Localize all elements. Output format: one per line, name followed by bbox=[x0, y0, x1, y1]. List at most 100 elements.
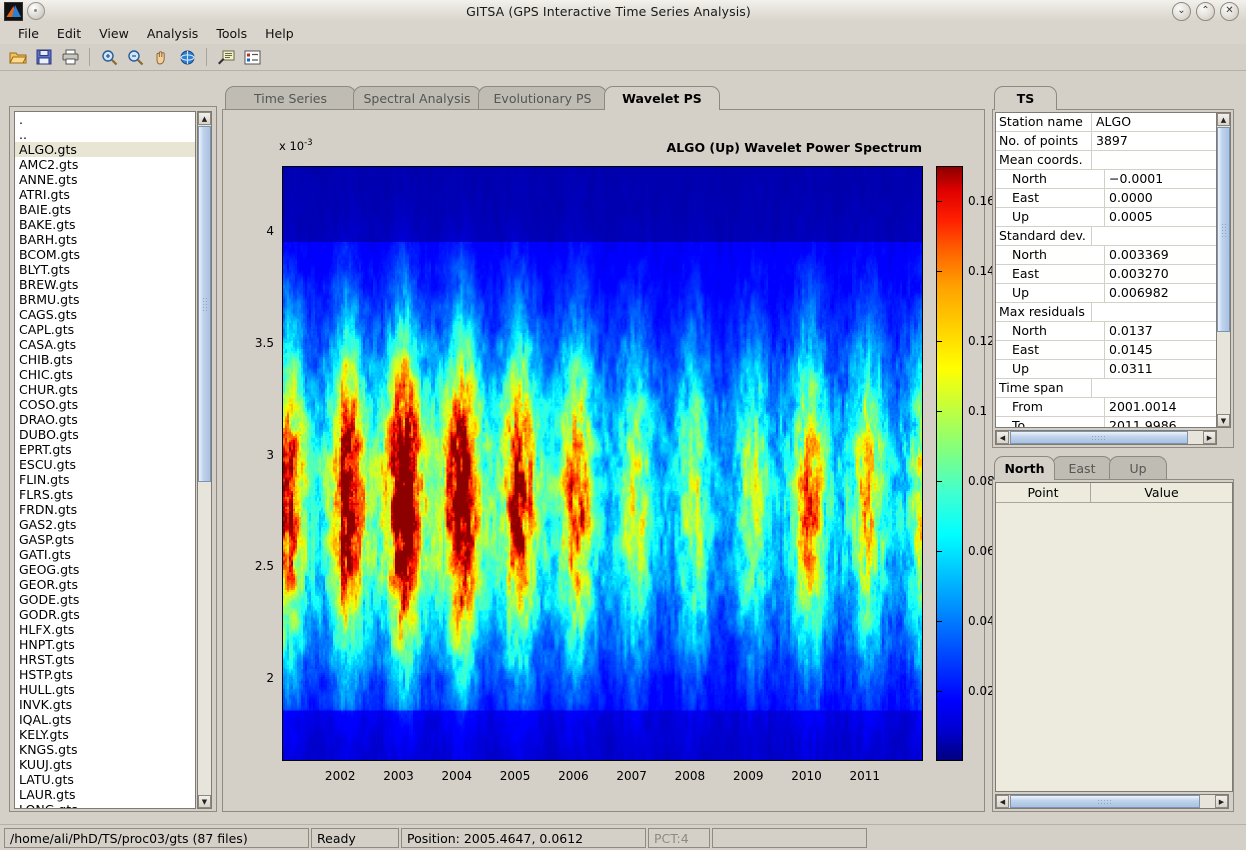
ts-info-row[interactable]: Up0.006982 bbox=[996, 284, 1216, 303]
print-icon[interactable] bbox=[58, 46, 82, 68]
scrollbar-thumb[interactable] bbox=[1010, 431, 1188, 444]
file-list-item[interactable]: GODE.gts bbox=[15, 592, 195, 607]
file-list-item[interactable]: LAUR.gts bbox=[15, 787, 195, 802]
scroll-down-icon[interactable]: ▼ bbox=[1217, 414, 1230, 427]
ts-info-table[interactable]: Station nameALGONo. of points3897Mean co… bbox=[995, 112, 1217, 428]
scroll-up-icon[interactable]: ▲ bbox=[1217, 113, 1230, 126]
file-list-item[interactable]: AMC2.gts bbox=[15, 157, 195, 172]
zoom-out-icon[interactable] bbox=[123, 46, 147, 68]
file-list-item[interactable]: COSO.gts bbox=[15, 397, 195, 412]
ts-info-row[interactable]: Station nameALGO bbox=[996, 113, 1216, 132]
scrollbar-thumb[interactable] bbox=[1217, 127, 1230, 332]
ts-info-row[interactable]: From2001.0014 bbox=[996, 398, 1216, 417]
ts-info-row[interactable]: Max residuals bbox=[996, 303, 1216, 322]
scroll-right-icon[interactable]: ▶ bbox=[1203, 431, 1216, 444]
pan-hand-icon[interactable] bbox=[149, 46, 173, 68]
ts-info-row[interactable]: North0.0137 bbox=[996, 322, 1216, 341]
file-list-item[interactable]: CHIC.gts bbox=[15, 367, 195, 382]
menu-analysis[interactable]: Analysis bbox=[138, 24, 208, 43]
rotate-3d-icon[interactable] bbox=[175, 46, 199, 68]
menu-file[interactable]: File bbox=[9, 24, 48, 43]
menu-view[interactable]: View bbox=[90, 24, 138, 43]
file-list-item[interactable]: GEOR.gts bbox=[15, 577, 195, 592]
file-list-item[interactable]: FRDN.gts bbox=[15, 502, 195, 517]
scrollbar-thumb[interactable] bbox=[1010, 795, 1200, 808]
zoom-in-icon[interactable] bbox=[97, 46, 121, 68]
ts-info-row[interactable]: Mean coords. bbox=[996, 151, 1216, 170]
file-list-item[interactable]: CHUR.gts bbox=[15, 382, 195, 397]
ts-info-row[interactable]: To2011.9986 bbox=[996, 417, 1216, 428]
wavelet-power-spectrum-image[interactable] bbox=[282, 166, 923, 761]
ts-info-vscrollbar[interactable]: ▲ ▼ bbox=[1216, 112, 1231, 428]
file-list-item[interactable]: GAS2.gts bbox=[15, 517, 195, 532]
file-list-item[interactable]: BRMU.gts bbox=[15, 292, 195, 307]
close-button[interactable]: ✕ bbox=[1220, 2, 1239, 21]
file-list-item[interactable]: EPRT.gts bbox=[15, 442, 195, 457]
file-list-item[interactable]: GASP.gts bbox=[15, 532, 195, 547]
tab-east[interactable]: East bbox=[1052, 456, 1112, 480]
colorbar[interactable] bbox=[936, 166, 963, 761]
ts-info-row[interactable]: East0.0000 bbox=[996, 189, 1216, 208]
file-list-item[interactable]: BARH.gts bbox=[15, 232, 195, 247]
tab-time-series[interactable]: Time Series bbox=[225, 86, 356, 110]
data-cursor-icon[interactable] bbox=[214, 46, 238, 68]
tab-ts[interactable]: TS bbox=[994, 86, 1057, 110]
ts-info-row[interactable]: Time span bbox=[996, 379, 1216, 398]
file-list-item[interactable]: ANNE.gts bbox=[15, 172, 195, 187]
file-list-item[interactable]: DUBO.gts bbox=[15, 427, 195, 442]
point-value-table[interactable]: Point Value bbox=[995, 482, 1233, 792]
tab-wavelet-ps[interactable]: Wavelet PS bbox=[604, 86, 720, 110]
file-list-item[interactable]: ESCU.gts bbox=[15, 457, 195, 472]
file-list-item[interactable]: CAGS.gts bbox=[15, 307, 195, 322]
ts-info-row[interactable]: Up0.0311 bbox=[996, 360, 1216, 379]
file-list-item[interactable]: FLRS.gts bbox=[15, 487, 195, 502]
file-list-item[interactable]: LONG.gts bbox=[15, 802, 195, 809]
tab-evolutionary-ps[interactable]: Evolutionary PS bbox=[478, 86, 607, 110]
file-list-item[interactable]: CAPL.gts bbox=[15, 322, 195, 337]
ts-info-row[interactable]: North−0.0001 bbox=[996, 170, 1216, 189]
ts-info-row[interactable]: East0.003270 bbox=[996, 265, 1216, 284]
file-list-item[interactable]: HSTP.gts bbox=[15, 667, 195, 682]
file-list-item[interactable]: .. bbox=[15, 127, 195, 142]
file-list-item[interactable]: GEOG.gts bbox=[15, 562, 195, 577]
file-list-item[interactable]: ALGO.gts bbox=[15, 142, 195, 157]
file-list-item[interactable]: FLIN.gts bbox=[15, 472, 195, 487]
scroll-down-icon[interactable]: ▼ bbox=[198, 795, 211, 808]
ts-info-row[interactable]: No. of points3897 bbox=[996, 132, 1216, 151]
ts-info-row[interactable]: East0.0145 bbox=[996, 341, 1216, 360]
file-list-item[interactable]: CASA.gts bbox=[15, 337, 195, 352]
minimize-button[interactable]: ⌄ bbox=[1172, 2, 1191, 21]
wavelet-spectrum-canvas[interactable] bbox=[283, 167, 922, 760]
scrollbar-thumb[interactable] bbox=[198, 126, 211, 482]
file-list-item[interactable]: BCOM.gts bbox=[15, 247, 195, 262]
file-list-item[interactable]: BLYT.gts bbox=[15, 262, 195, 277]
window-menu-button[interactable] bbox=[27, 2, 45, 20]
ts-info-hscrollbar[interactable]: ◀ ▶ bbox=[995, 430, 1217, 445]
tab-spectral-analysis[interactable]: Spectral Analysis bbox=[353, 86, 481, 110]
menu-help[interactable]: Help bbox=[256, 24, 303, 43]
file-list-item[interactable]: HRST.gts bbox=[15, 652, 195, 667]
file-list-item[interactable]: GATI.gts bbox=[15, 547, 195, 562]
file-list-item[interactable]: CHIB.gts bbox=[15, 352, 195, 367]
ts-info-row[interactable]: Standard dev. bbox=[996, 227, 1216, 246]
file-list-item[interactable]: INVK.gts bbox=[15, 697, 195, 712]
scroll-left-icon[interactable]: ◀ bbox=[996, 795, 1009, 808]
file-list-scrollbar[interactable]: ▲ ▼ bbox=[197, 111, 212, 809]
file-list-item[interactable]: HNPT.gts bbox=[15, 637, 195, 652]
menu-edit[interactable]: Edit bbox=[48, 24, 90, 43]
file-list-item[interactable]: BAIE.gts bbox=[15, 202, 195, 217]
file-list-item[interactable]: KNGS.gts bbox=[15, 742, 195, 757]
file-list-item[interactable]: DRAO.gts bbox=[15, 412, 195, 427]
column-header-point[interactable]: Point bbox=[996, 483, 1091, 502]
file-list-item[interactable]: BREW.gts bbox=[15, 277, 195, 292]
scroll-up-icon[interactable]: ▲ bbox=[198, 112, 211, 125]
scroll-right-icon[interactable]: ▶ bbox=[1215, 795, 1228, 808]
file-list-item[interactable]: LATU.gts bbox=[15, 772, 195, 787]
file-list-item[interactable]: ATRI.gts bbox=[15, 187, 195, 202]
scroll-left-icon[interactable]: ◀ bbox=[996, 431, 1009, 444]
point-value-hscrollbar[interactable]: ◀ ▶ bbox=[995, 794, 1229, 809]
file-list-item[interactable]: BAKE.gts bbox=[15, 217, 195, 232]
file-list-item[interactable]: . bbox=[15, 112, 195, 127]
ts-info-row[interactable]: North0.003369 bbox=[996, 246, 1216, 265]
file-list-item[interactable]: KUUJ.gts bbox=[15, 757, 195, 772]
